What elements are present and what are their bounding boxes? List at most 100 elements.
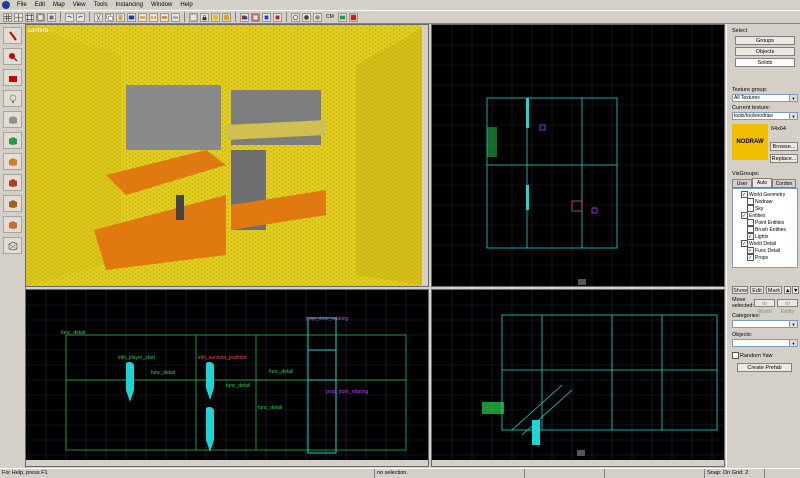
- lighting-preview-icon[interactable]: [313, 12, 322, 22]
- block-icon: [9, 116, 17, 124]
- camera-tool[interactable]: [3, 69, 22, 86]
- entity-tool[interactable]: [3, 90, 22, 107]
- current-texture-select[interactable]: tools/toolsnodraw ▼: [732, 112, 798, 120]
- apply-texture-tool[interactable]: [3, 153, 22, 170]
- checkbox-checked-icon[interactable]: ✓: [747, 233, 754, 240]
- create-prefab-button[interactable]: Create Prefab: [737, 363, 792, 372]
- checkbox-icon[interactable]: [747, 226, 754, 233]
- paste-icon[interactable]: [116, 12, 125, 22]
- cut-icon[interactable]: [94, 12, 103, 22]
- block-tool[interactable]: [3, 111, 22, 128]
- run-map-icon[interactable]: [348, 12, 358, 22]
- texture-scale-lock-icon[interactable]: [211, 12, 220, 22]
- checkbox-checked-icon[interactable]: ✓: [747, 247, 754, 254]
- decal-tool[interactable]: [3, 174, 22, 191]
- selection-tool[interactable]: [3, 27, 22, 44]
- make-hollow-icon[interactable]: [251, 12, 260, 22]
- visgroup-item[interactable]: ✓ Entities: [741, 212, 765, 219]
- grid-toggle-icon[interactable]: [3, 12, 12, 22]
- move-down-button[interactable]: ▼: [792, 286, 799, 294]
- visgroup-item[interactable]: Brush Entities: [747, 226, 786, 233]
- texture-align-icon[interactable]: [222, 12, 231, 22]
- viewport-3d-scrollbar[interactable]: [422, 25, 428, 286]
- visgroup-item[interactable]: ✓ World Geometry: [741, 191, 785, 198]
- categories-select[interactable]: ▼: [732, 320, 798, 328]
- groups-button[interactable]: Groups: [735, 36, 795, 45]
- solids-button[interactable]: Solids: [735, 58, 795, 67]
- tab-auto[interactable]: Auto: [752, 178, 772, 188]
- undo-icon[interactable]: [65, 12, 74, 22]
- mark-button[interactable]: Mark: [766, 286, 782, 294]
- redo-icon[interactable]: [76, 12, 85, 22]
- menu-help[interactable]: Help: [176, 0, 196, 10]
- visgroup-item[interactable]: ✓ Lights: [747, 233, 768, 240]
- cordon-mode-label[interactable]: CM: [326, 14, 334, 20]
- move-up-button[interactable]: ▲: [784, 286, 791, 294]
- checkbox-checked-icon[interactable]: ✓: [747, 254, 754, 261]
- visgroup-tree[interactable]: ✓ World Geometry Nodraw Sky ✓ Entities Poi…: [732, 188, 798, 268]
- texture-group-select[interactable]: All Textures ▼: [732, 94, 798, 102]
- menu-map[interactable]: Map: [49, 0, 69, 10]
- viewport-front-2d[interactable]: [431, 289, 725, 467]
- checkbox-icon[interactable]: [747, 198, 754, 205]
- show-button[interactable]: Show: [732, 286, 748, 294]
- copy-icon[interactable]: [105, 12, 114, 22]
- objects-button[interactable]: Objects: [735, 47, 795, 56]
- visgroup-item[interactable]: Nodraw: [747, 198, 772, 205]
- menu-edit[interactable]: Edit: [31, 0, 49, 10]
- viewport-side-2d[interactable]: func_detail info_player_start func_detai…: [25, 289, 429, 467]
- hide-selected-icon[interactable]: [160, 12, 169, 22]
- select-entity-icon[interactable]: [127, 12, 136, 22]
- to-entity-icon[interactable]: [262, 12, 271, 22]
- checkbox-icon[interactable]: [747, 219, 754, 226]
- edit-button[interactable]: Edit: [750, 286, 764, 294]
- viewport-front-scrollbar[interactable]: [432, 460, 724, 466]
- snap-icon[interactable]: [47, 12, 56, 22]
- grid-smaller-icon[interactable]: [14, 12, 23, 22]
- to-world-button[interactable]: to World: [754, 299, 775, 315]
- menu-file[interactable]: File: [13, 0, 31, 10]
- overlay-tool[interactable]: [3, 195, 22, 212]
- show-all-icon[interactable]: [171, 12, 180, 22]
- checkbox-icon[interactable]: [732, 352, 739, 359]
- wireframe-view-icon[interactable]: [291, 12, 300, 22]
- visgroup-item[interactable]: Sky: [747, 205, 763, 212]
- viewport-side-scrollbar[interactable]: [26, 460, 428, 466]
- objects-select[interactable]: ▼: [732, 339, 798, 347]
- replace-button[interactable]: Replace...: [770, 154, 798, 163]
- selection-frame-icon[interactable]: [189, 12, 198, 22]
- menu-window[interactable]: Window: [147, 0, 176, 10]
- group-icon[interactable]: [138, 12, 147, 22]
- textured-view-icon[interactable]: [302, 12, 311, 22]
- browse-button[interactable]: Browse...: [770, 142, 798, 151]
- vertex-tool[interactable]: [3, 237, 22, 254]
- entity-label: info_player_start: [118, 355, 156, 361]
- grid-3d-icon[interactable]: [36, 12, 45, 22]
- tab-user[interactable]: User: [732, 179, 752, 188]
- grid-larger-icon[interactable]: [25, 12, 34, 22]
- random-yaw-checkbox[interactable]: Random Yaw: [732, 352, 773, 359]
- visgroup-item[interactable]: ✓ Props: [747, 254, 768, 261]
- menu-instancing[interactable]: Instancing: [112, 0, 147, 10]
- checkbox-checked-icon[interactable]: ✓: [741, 240, 748, 247]
- to-world-icon[interactable]: [273, 12, 282, 22]
- viewport-top-2d[interactable]: [431, 24, 725, 287]
- checkbox-icon[interactable]: [747, 205, 754, 212]
- magnify-tool[interactable]: [3, 48, 22, 65]
- texture-application-tool[interactable]: [3, 132, 22, 149]
- visgroup-item[interactable]: ✓ World Detail: [741, 240, 776, 247]
- visgroup-item[interactable]: ✓ Func Detail: [747, 247, 780, 254]
- checkbox-checked-icon[interactable]: ✓: [741, 191, 748, 198]
- ungroup-icon[interactable]: [149, 12, 158, 22]
- clipping-tool[interactable]: [3, 216, 22, 233]
- compile-icon[interactable]: [337, 12, 347, 22]
- carve-icon[interactable]: [240, 12, 249, 22]
- tab-cordon[interactable]: Cordon: [772, 179, 796, 188]
- menu-tools[interactable]: Tools: [90, 0, 112, 10]
- texture-lock-icon[interactable]: [200, 12, 209, 22]
- to-entity-button[interactable]: to Entity: [777, 299, 798, 315]
- checkbox-checked-icon[interactable]: ✓: [741, 212, 748, 219]
- visgroup-item[interactable]: Point Entities: [747, 219, 784, 226]
- menu-view[interactable]: View: [69, 0, 90, 10]
- viewport-3d[interactable]: camera: [25, 24, 429, 287]
